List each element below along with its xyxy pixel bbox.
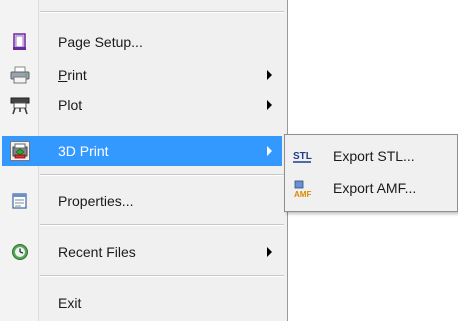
menu-separator: [40, 224, 284, 226]
submenu-arrow-icon: [267, 70, 272, 80]
stl-icon: STL: [293, 147, 317, 165]
menu-item-recent-files[interactable]: Recent Files: [2, 237, 282, 267]
menu-item-label: Properties...: [58, 193, 134, 209]
menu-item-label: Recent Files: [58, 244, 136, 260]
menu-separator: [40, 174, 284, 176]
menu-item-page-setup[interactable]: Page Setup...: [2, 27, 282, 57]
plotter-icon: [10, 95, 30, 115]
menu-item-label: Plot: [58, 97, 83, 113]
submenu-3d-print: STL Export STL... AMF Export AMF...: [284, 134, 458, 212]
submenu-arrow-icon: [267, 146, 272, 156]
menu-item-export-amf[interactable]: AMF Export AMF...: [285, 173, 457, 203]
file-menu: Page Setup... Print Plot 3D Print Proper…: [0, 0, 288, 321]
menu-separator: [40, 11, 284, 13]
3d-printer-icon: [10, 141, 30, 161]
menu-item-exit[interactable]: Exit: [2, 288, 282, 318]
submenu-arrow-icon: [267, 247, 272, 257]
menu-item-properties[interactable]: Properties...: [2, 186, 282, 216]
svg-text:STL: STL: [293, 151, 312, 162]
menu-item-plot[interactable]: Plot: [2, 90, 282, 120]
amf-icon: AMF: [293, 179, 317, 199]
menu-item-print[interactable]: Print: [2, 60, 282, 90]
menu-item-label: 3D Print: [58, 143, 109, 159]
menu-item-label: Print: [58, 67, 87, 83]
menu-separator: [40, 275, 284, 277]
properties-icon: [10, 191, 30, 211]
recent-files-icon: [10, 242, 30, 262]
menu-item-label: Page Setup...: [58, 34, 143, 50]
menu-item-label: Export STL...: [333, 148, 415, 164]
menu-item-export-stl[interactable]: STL Export STL...: [285, 141, 457, 171]
submenu-arrow-icon: [267, 100, 272, 110]
page-setup-icon: [10, 32, 30, 52]
svg-text:AMF: AMF: [294, 190, 311, 199]
menu-item-label: Export AMF...: [333, 180, 417, 196]
printer-icon: [10, 65, 30, 85]
menu-item-label: Exit: [58, 295, 82, 311]
menu-item-3d-print[interactable]: 3D Print: [2, 136, 282, 166]
